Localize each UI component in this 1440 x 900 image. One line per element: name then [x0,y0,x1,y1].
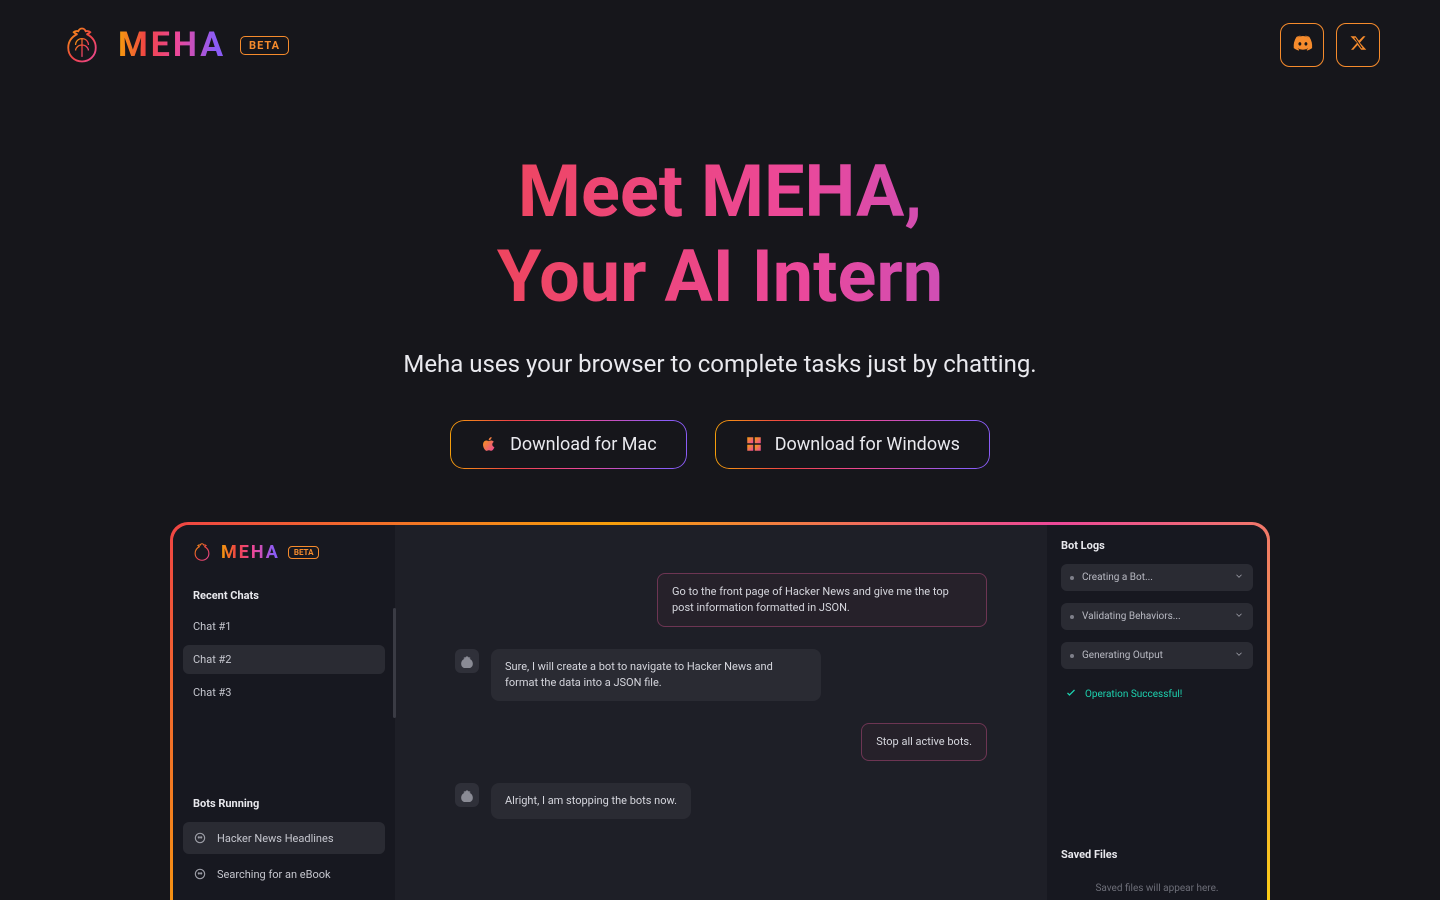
download-mac-label: Download for Mac [510,434,657,455]
hero-headline-line2: Your AI Intern [497,234,943,319]
log-row-2[interactable]: Validating Behaviors... [1061,603,1253,630]
recent-chats-list: Chat #1 Chat #2 Chat #3 [173,608,395,717]
bullet-icon [1070,576,1074,580]
log-label: Generating Output [1082,650,1226,661]
hero-headline-line1: Meet MEHA, [518,149,922,234]
bullet-icon [1070,615,1074,619]
app-screenshot: MEHA BETA Recent Chats Chat #1 Chat #2 C… [170,522,1270,900]
mock-right-panel: Bot Logs Creating a Bot... Validating Be… [1047,525,1267,900]
scrollbar-thumb[interactable] [393,608,396,718]
mock-brand-logo-icon [191,541,213,563]
discord-icon [1291,32,1313,58]
bot-label: Hacker News Headlines [217,832,334,845]
bot-item-hn[interactable]: Hacker News Headlines [183,822,385,854]
hero-subhead: Meha uses your browser to complete tasks… [0,350,1440,378]
bullet-icon [1070,654,1074,658]
chat-user-msg-2: Stop all active bots. [861,723,987,761]
chat-user-msg-1: Go to the front page of Hacker News and … [657,573,987,627]
bot-icon [193,831,207,845]
log-success-row: Operation Successful! [1061,681,1253,708]
discord-button[interactable] [1280,23,1324,67]
chat-item-2[interactable]: Chat #2 [183,645,385,674]
log-label: Creating a Bot... [1082,572,1226,583]
brand-logo-icon [60,23,104,67]
mock-chat: Go to the front page of Hacker News and … [395,525,1047,900]
saved-files-placeholder: Saved files will appear here. [1061,861,1253,900]
download-mac-button[interactable]: Download for Mac [450,420,687,469]
windows-icon [745,435,763,453]
bot-icon [193,867,207,881]
bot-logs-title: Bot Logs [1061,539,1253,552]
hero-headline: Meet MEHA, Your AI Intern [0,150,1440,320]
beta-badge: BETA [240,36,289,55]
chevron-down-icon [1234,571,1244,584]
log-success-label: Operation Successful! [1085,689,1182,700]
bot-label: Searching for an eBook [217,868,331,881]
chevron-down-icon [1234,610,1244,623]
bot-avatar-icon [455,783,479,807]
mock-beta-badge: BETA [288,546,320,559]
chat-bot-msg-1: Sure, I will create a bot to navigate to… [491,649,821,701]
chat-item-1[interactable]: Chat #1 [183,612,385,641]
chat-item-3[interactable]: Chat #3 [183,678,385,707]
brand-name: MEHA [118,25,226,65]
log-label: Validating Behaviors... [1082,611,1226,622]
saved-files-title: Saved Files [1061,848,1253,861]
bot-item-ebook[interactable]: Searching for an eBook [183,858,385,890]
bot-avatar-icon [455,649,479,673]
mock-sidebar: MEHA BETA Recent Chats Chat #1 Chat #2 C… [173,525,395,900]
check-icon [1065,687,1077,702]
recent-chats-title: Recent Chats [173,571,395,608]
log-row-3[interactable]: Generating Output [1061,642,1253,669]
download-windows-label: Download for Windows [775,434,960,455]
x-icon [1349,34,1367,56]
mock-brand-name: MEHA [221,542,280,563]
apple-icon [480,435,498,453]
chevron-down-icon [1234,649,1244,662]
chat-bot-msg-2: Alright, I am stopping the bots now. [491,783,691,819]
log-row-1[interactable]: Creating a Bot... [1061,564,1253,591]
bots-running-title: Bots Running [183,793,385,818]
download-windows-button[interactable]: Download for Windows [715,420,990,469]
x-button[interactable] [1336,23,1380,67]
